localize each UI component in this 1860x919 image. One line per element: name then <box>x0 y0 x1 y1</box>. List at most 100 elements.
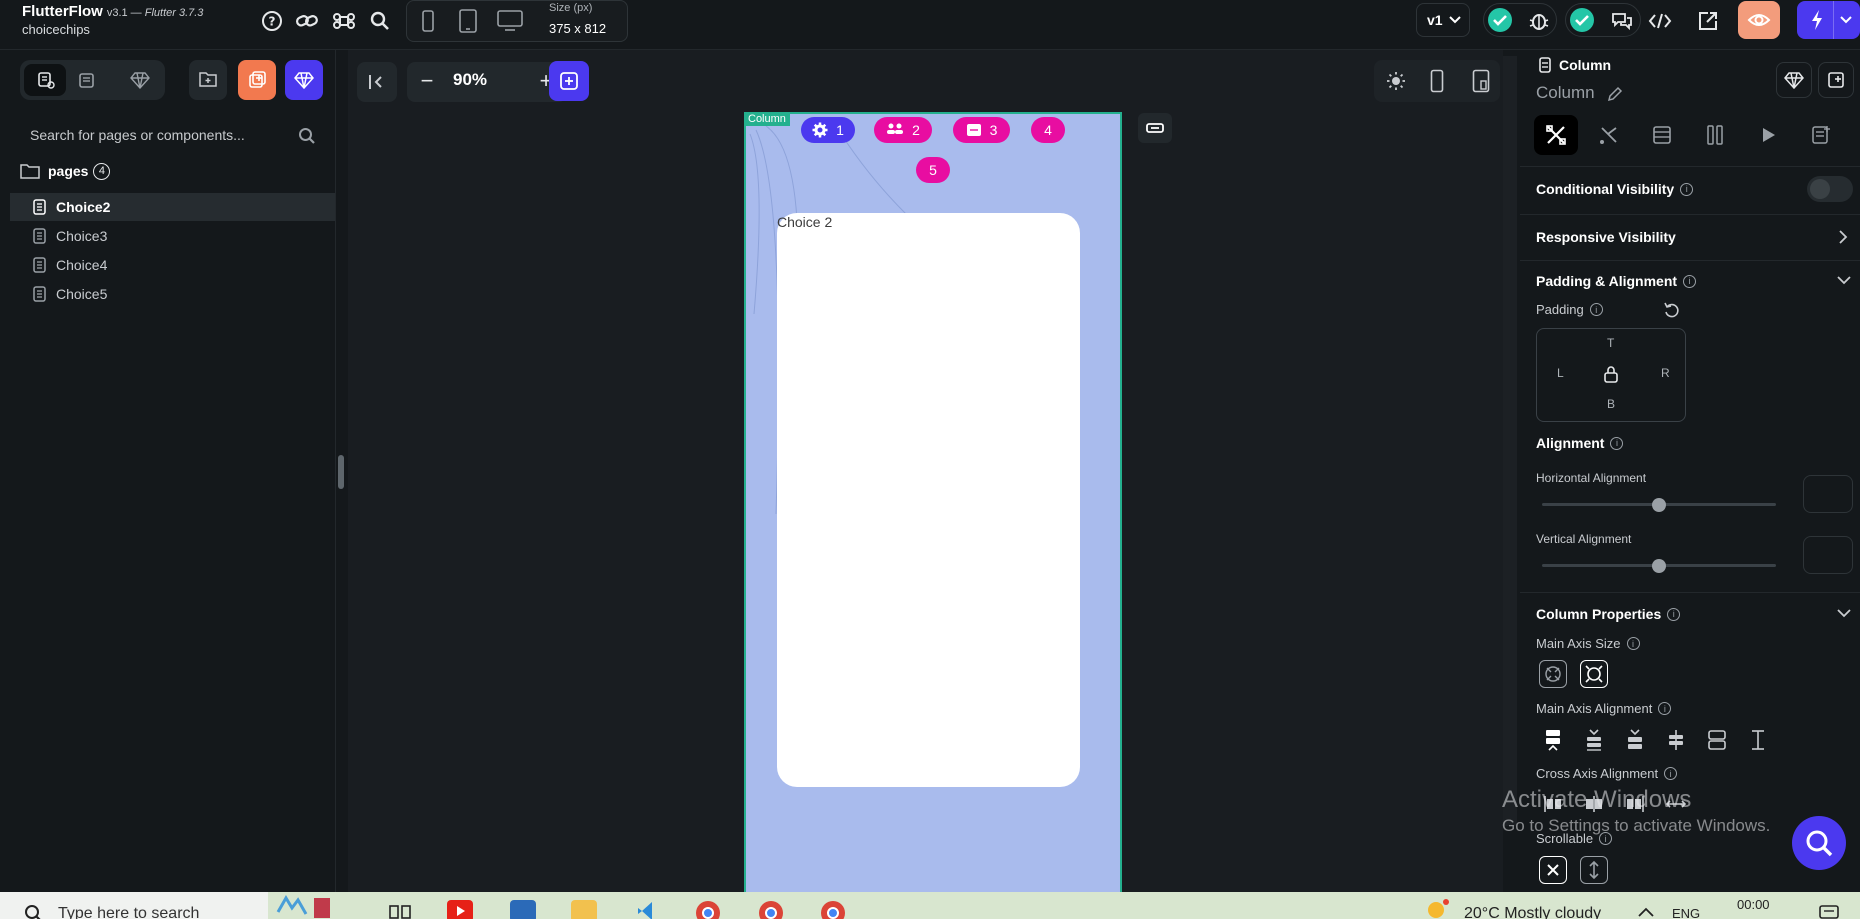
info-icon[interactable]: i <box>1658 702 1672 715</box>
version-select[interactable]: v1 <box>1416 3 1470 37</box>
sun-icon[interactable] <box>1386 71 1406 91</box>
page-item-choice4[interactable]: Choice4 <box>10 251 335 279</box>
info-icon[interactable]: i <box>1683 274 1697 288</box>
lock-icon[interactable] <box>1601 364 1621 384</box>
vertical-alignment-input[interactable] <box>1803 536 1853 574</box>
collapse-panel-button[interactable] <box>357 62 397 102</box>
tab-backend-query[interactable] <box>1640 115 1684 155</box>
main-axis-space-between-button[interactable] <box>1662 726 1690 754</box>
main-axis-space-evenly-button[interactable] <box>1744 726 1772 754</box>
step-pill-5[interactable]: 5 <box>916 157 950 183</box>
save-to-library-button[interactable] <box>1776 62 1812 98</box>
help-search-fab[interactable] <box>1792 816 1846 870</box>
run-button[interactable] <box>1797 1 1860 39</box>
step-pill-4[interactable]: 4 <box>1031 117 1065 143</box>
tab-pages[interactable] <box>24 64 66 96</box>
choice-card[interactable] <box>777 213 1080 787</box>
task-view-icon[interactable] <box>387 900 413 919</box>
phone-device-icon[interactable] <box>415 8 441 34</box>
file-explorer-icon[interactable] <box>571 900 597 919</box>
zoom-out-button[interactable]: − <box>413 66 441 98</box>
main-axis-end-button[interactable] <box>1580 726 1608 754</box>
convert-component-button[interactable] <box>1818 62 1854 98</box>
taskbar-search[interactable]: Type here to search <box>0 892 330 919</box>
link-icon[interactable] <box>294 8 320 34</box>
column-properties-section[interactable]: Column Properties i <box>1536 606 1681 622</box>
notification-icon[interactable] <box>1818 905 1840 919</box>
page-item-choice5[interactable]: Choice5 <box>10 280 335 308</box>
main-axis-space-around-button[interactable] <box>1703 726 1731 754</box>
open-external-icon[interactable] <box>1695 8 1721 34</box>
main-axis-size-max-button[interactable] <box>1580 660 1608 688</box>
padding-bottom[interactable]: B <box>1607 397 1615 411</box>
templates-button[interactable] <box>285 60 323 100</box>
tab-animations[interactable] <box>1746 115 1790 155</box>
conditional-visibility-toggle[interactable] <box>1807 176 1853 202</box>
document-app-icon[interactable] <box>510 900 536 919</box>
padding-left[interactable]: L <box>1557 366 1564 380</box>
zoom-level[interactable]: 90% <box>445 70 495 90</box>
scrollable-on-button[interactable] <box>1580 856 1608 884</box>
tablet-device-icon[interactable] <box>455 8 481 34</box>
chrome-icon-2[interactable] <box>758 900 784 919</box>
chrome-icon-3[interactable] <box>820 900 846 919</box>
padding-alignment-section[interactable]: Padding & Alignment i <box>1536 273 1697 289</box>
desktop-device-icon[interactable] <box>495 8 525 34</box>
chevron-up-icon[interactable] <box>1637 906 1655 918</box>
step-pill-3[interactable]: 3 <box>953 117 1010 143</box>
search-icon[interactable] <box>367 8 393 34</box>
properties-scrollbar[interactable] <box>1503 56 1517 826</box>
tab-actions[interactable] <box>1587 115 1631 155</box>
tab-marketplace[interactable] <box>130 71 150 89</box>
tab-properties[interactable] <box>1534 115 1578 155</box>
main-axis-size-min-button[interactable] <box>1539 660 1567 688</box>
panel-resize-handle[interactable] <box>338 455 344 489</box>
layout-icon[interactable] <box>1472 69 1490 93</box>
tab-components[interactable] <box>78 71 96 89</box>
tab-documentation[interactable] <box>1799 115 1843 155</box>
widget-name[interactable]: Column <box>1536 83 1623 103</box>
taskbar-clock[interactable]: 00:00 <box>1737 897 1770 912</box>
tab-widget-tree[interactable] <box>1693 115 1737 155</box>
horizontal-alignment-input[interactable] <box>1803 475 1853 513</box>
youtube-icon[interactable] <box>447 900 473 919</box>
vscode-icon[interactable] <box>634 900 660 919</box>
page-item-choice3[interactable]: Choice3 <box>10 222 335 250</box>
info-icon[interactable]: i <box>1680 182 1694 196</box>
debug-status-pill[interactable] <box>1483 3 1557 37</box>
scrollable-off-button[interactable] <box>1539 856 1567 884</box>
comments-status-pill[interactable] <box>1565 3 1641 37</box>
add-page-button[interactable] <box>238 60 276 100</box>
info-icon[interactable]: i <box>1664 767 1678 780</box>
code-icon[interactable] <box>1647 8 1673 34</box>
command-icon[interactable] <box>331 8 357 34</box>
info-icon[interactable]: i <box>1610 436 1624 450</box>
chevron-down-icon[interactable] <box>1836 608 1852 618</box>
step-pill-1[interactable]: 1 <box>801 117 855 143</box>
info-icon[interactable]: i <box>1589 303 1603 316</box>
padding-top[interactable]: T <box>1607 336 1614 350</box>
chrome-icon[interactable] <box>695 900 721 919</box>
help-icon[interactable]: ? <box>259 8 285 34</box>
project-name[interactable]: choicechips <box>22 22 90 37</box>
edit-pencil-icon[interactable] <box>1607 86 1623 102</box>
widget-toggle-button[interactable] <box>1138 113 1172 143</box>
new-folder-button[interactable] <box>189 60 227 100</box>
reset-icon[interactable] <box>1663 301 1681 319</box>
horizontal-alignment-knob[interactable] <box>1652 498 1666 512</box>
padding-right[interactable]: R <box>1661 366 1670 380</box>
preview-button[interactable] <box>1738 1 1780 39</box>
search-icon[interactable] <box>298 127 316 145</box>
taskbar-language[interactable]: ENG <box>1672 906 1700 919</box>
info-icon[interactable]: i <box>1667 607 1681 621</box>
pages-folder[interactable]: pages 4 <box>20 160 111 182</box>
chevron-down-icon[interactable] <box>1836 275 1852 285</box>
step-pill-2[interactable]: 2 <box>874 117 932 143</box>
main-axis-start-button[interactable] <box>1539 726 1567 754</box>
taskbar-weather[interactable]: 20°C Mostly cloudy <box>1464 905 1601 919</box>
chevron-right-icon[interactable] <box>1838 229 1848 245</box>
add-widget-button[interactable] <box>549 61 589 101</box>
vertical-alignment-knob[interactable] <box>1652 559 1666 573</box>
main-axis-center-button[interactable] <box>1621 726 1649 754</box>
page-item-choice2[interactable]: Choice2 <box>10 193 335 221</box>
